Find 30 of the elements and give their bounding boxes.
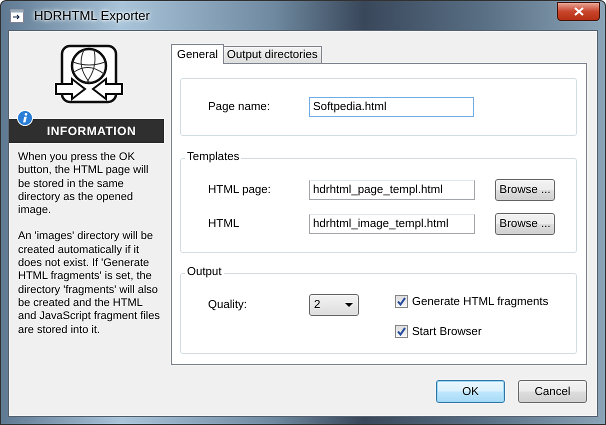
browse-button[interactable]: Browse ... bbox=[495, 179, 555, 201]
dialog-button[interactable]: OK bbox=[436, 380, 505, 403]
tab[interactable]: General bbox=[171, 44, 224, 64]
quality-label: Quality: bbox=[208, 299, 248, 311]
page-name-label: Page name: bbox=[208, 101, 272, 113]
window-title: HDRHTML Exporter bbox=[34, 8, 150, 23]
browse-button[interactable]: Browse ... bbox=[495, 213, 555, 235]
info-paragraph: An 'images' directory will be created automatically if it does not exist. If 'Generate HTML fragments' is set, the directory 'fragments' will also be created and the HTML and JavaScript fragment files are stored into it. bbox=[18, 230, 160, 337]
checkbox[interactable] bbox=[395, 295, 408, 308]
checkbox-label: Start Browser bbox=[412, 326, 482, 338]
page-name-field[interactable]: Softpedia.html bbox=[309, 97, 474, 117]
info-paragraph: When you press the OK button, the HTML page will be stored in the same directory as the opened image. bbox=[18, 151, 150, 218]
info-icon bbox=[17, 110, 33, 126]
template-label: HTML bbox=[208, 218, 240, 230]
output-title: Output bbox=[185, 266, 224, 278]
dialog-button[interactable]: Cancel bbox=[518, 380, 587, 403]
checkbox[interactable] bbox=[395, 325, 408, 338]
dropdown-arrow-icon bbox=[345, 303, 353, 307]
templates-title: Templates bbox=[185, 151, 242, 163]
checkbox-label: Generate HTML fragments bbox=[412, 296, 548, 308]
app-icon bbox=[10, 8, 24, 22]
close-button[interactable] bbox=[557, 2, 600, 20]
tab[interactable]: Output directories bbox=[222, 46, 322, 63]
close-icon bbox=[574, 6, 584, 16]
template-path-field[interactable]: hdrhtml_image_templ.html bbox=[309, 214, 475, 234]
template-label: HTML page: bbox=[208, 184, 272, 196]
quality-dropdown[interactable]: 2 bbox=[309, 294, 359, 316]
globe-arrows-logo bbox=[54, 42, 124, 106]
template-path-field[interactable]: hdrhtml_page_templ.html bbox=[309, 180, 475, 200]
information-heading: INFORMATION bbox=[46, 124, 136, 138]
